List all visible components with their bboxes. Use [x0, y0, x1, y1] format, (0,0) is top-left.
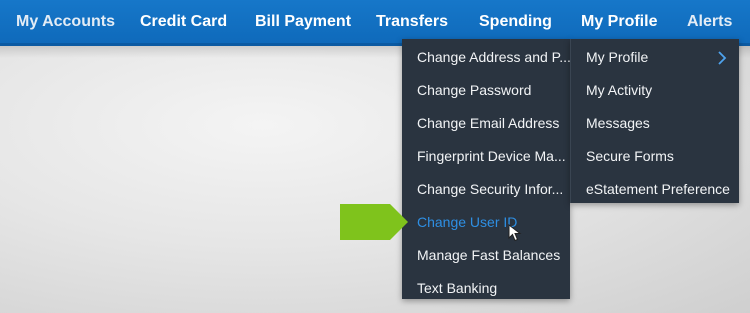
nav-my-profile[interactable]: My Profile: [581, 0, 657, 43]
menu-manage-fast-balances[interactable]: Manage Fast Balances: [402, 239, 570, 272]
menu-my-profile[interactable]: My Profile: [571, 41, 739, 74]
chevron-right-icon: [718, 51, 727, 65]
menu-change-security-info[interactable]: Change Security Infor...: [402, 173, 570, 206]
nav-my-accounts[interactable]: My Accounts: [16, 0, 115, 43]
menu-change-email[interactable]: Change Email Address: [402, 107, 570, 140]
nav-transfers[interactable]: Transfers: [376, 0, 448, 43]
menu-change-password[interactable]: Change Password: [402, 74, 570, 107]
nav-credit-card[interactable]: Credit Card: [140, 0, 227, 43]
menu-change-address[interactable]: Change Address and P...: [402, 41, 570, 74]
pointer-arrow-icon: [340, 204, 408, 240]
menu-messages[interactable]: Messages: [571, 107, 739, 140]
profile-dropdown-left-column: Change Address and P... Change Password …: [402, 39, 570, 299]
nav-spending[interactable]: Spending: [479, 0, 552, 43]
menu-estatement-preference[interactable]: eStatement Preference: [571, 173, 739, 206]
menu-secure-forms[interactable]: Secure Forms: [571, 140, 739, 173]
nav-alerts[interactable]: Alerts: [687, 0, 732, 43]
menu-fingerprint-device[interactable]: Fingerprint Device Ma...: [402, 140, 570, 173]
nav-bill-payment[interactable]: Bill Payment: [255, 0, 351, 43]
menu-change-user-id[interactable]: Change User ID: [402, 206, 570, 239]
profile-dropdown-right-column: My Profile My Activity Messages Secure F…: [570, 39, 739, 203]
menu-my-activity[interactable]: My Activity: [571, 74, 739, 107]
menu-text-banking[interactable]: Text Banking: [402, 272, 570, 305]
mouse-cursor-icon: [508, 224, 522, 242]
menu-my-profile-label: My Profile: [586, 49, 649, 65]
